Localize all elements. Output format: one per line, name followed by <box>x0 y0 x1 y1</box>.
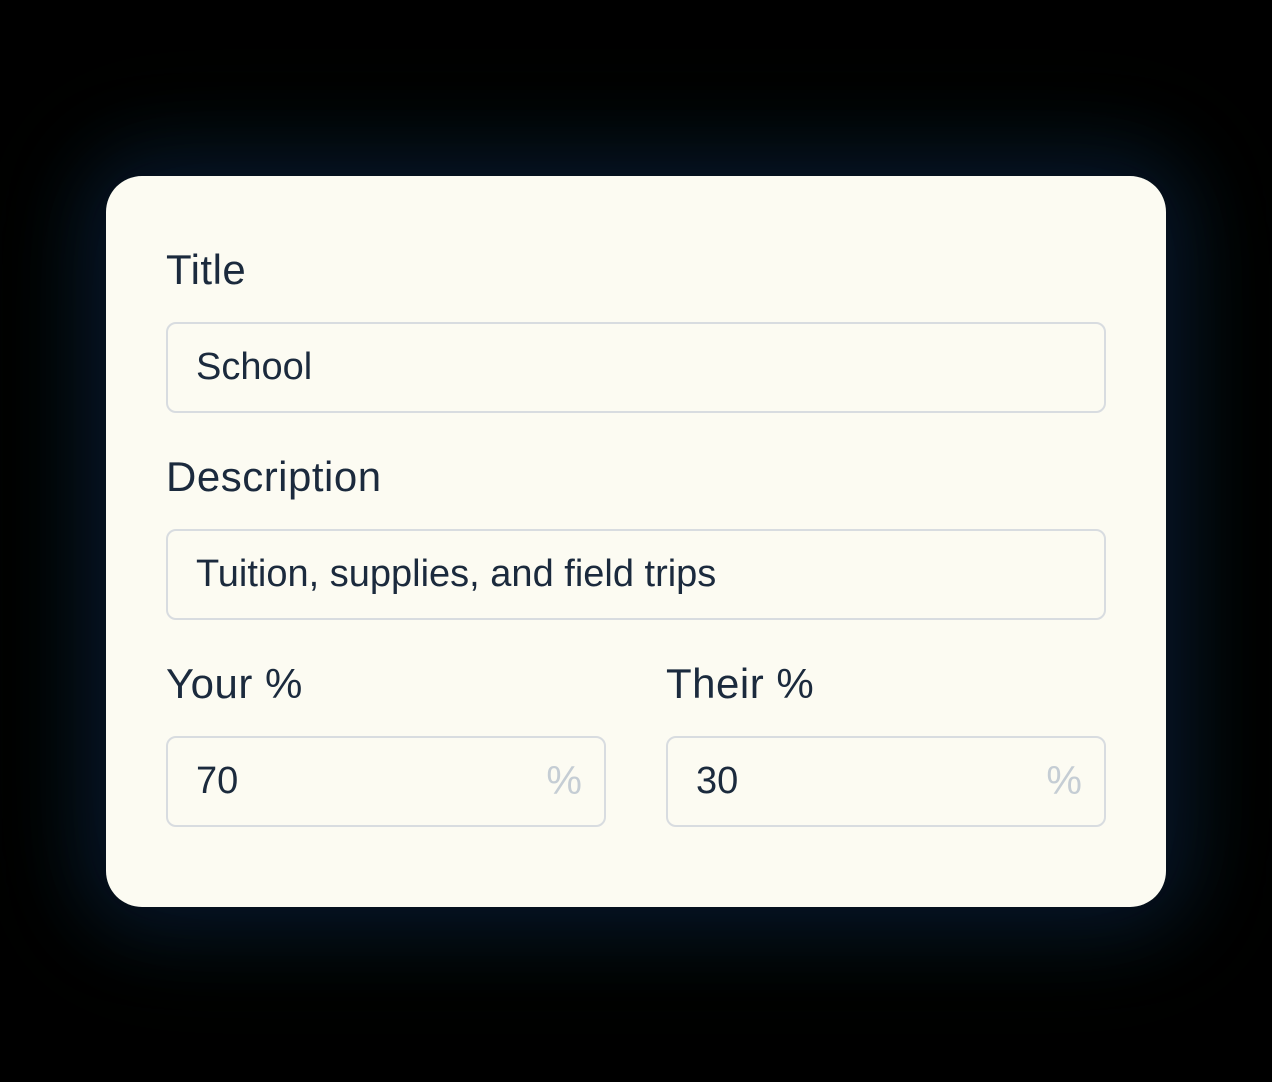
description-label: Description <box>166 453 1106 501</box>
title-group: Title <box>166 246 1106 413</box>
description-group: Description <box>166 453 1106 620</box>
their-percent-label: Their % <box>666 660 1106 708</box>
your-percent-wrapper: % <box>166 736 606 827</box>
description-input[interactable] <box>166 529 1106 620</box>
title-label: Title <box>166 246 1106 294</box>
your-percent-input[interactable] <box>166 736 606 827</box>
your-percent-label: Your % <box>166 660 606 708</box>
percent-row: Your % % Their % % <box>166 660 1106 827</box>
their-percent-wrapper: % <box>666 736 1106 827</box>
expense-form-card: Title Description Your % % Their % % <box>106 176 1166 907</box>
title-input[interactable] <box>166 322 1106 413</box>
their-percent-group: Their % % <box>666 660 1106 827</box>
your-percent-group: Your % % <box>166 660 606 827</box>
their-percent-input[interactable] <box>666 736 1106 827</box>
